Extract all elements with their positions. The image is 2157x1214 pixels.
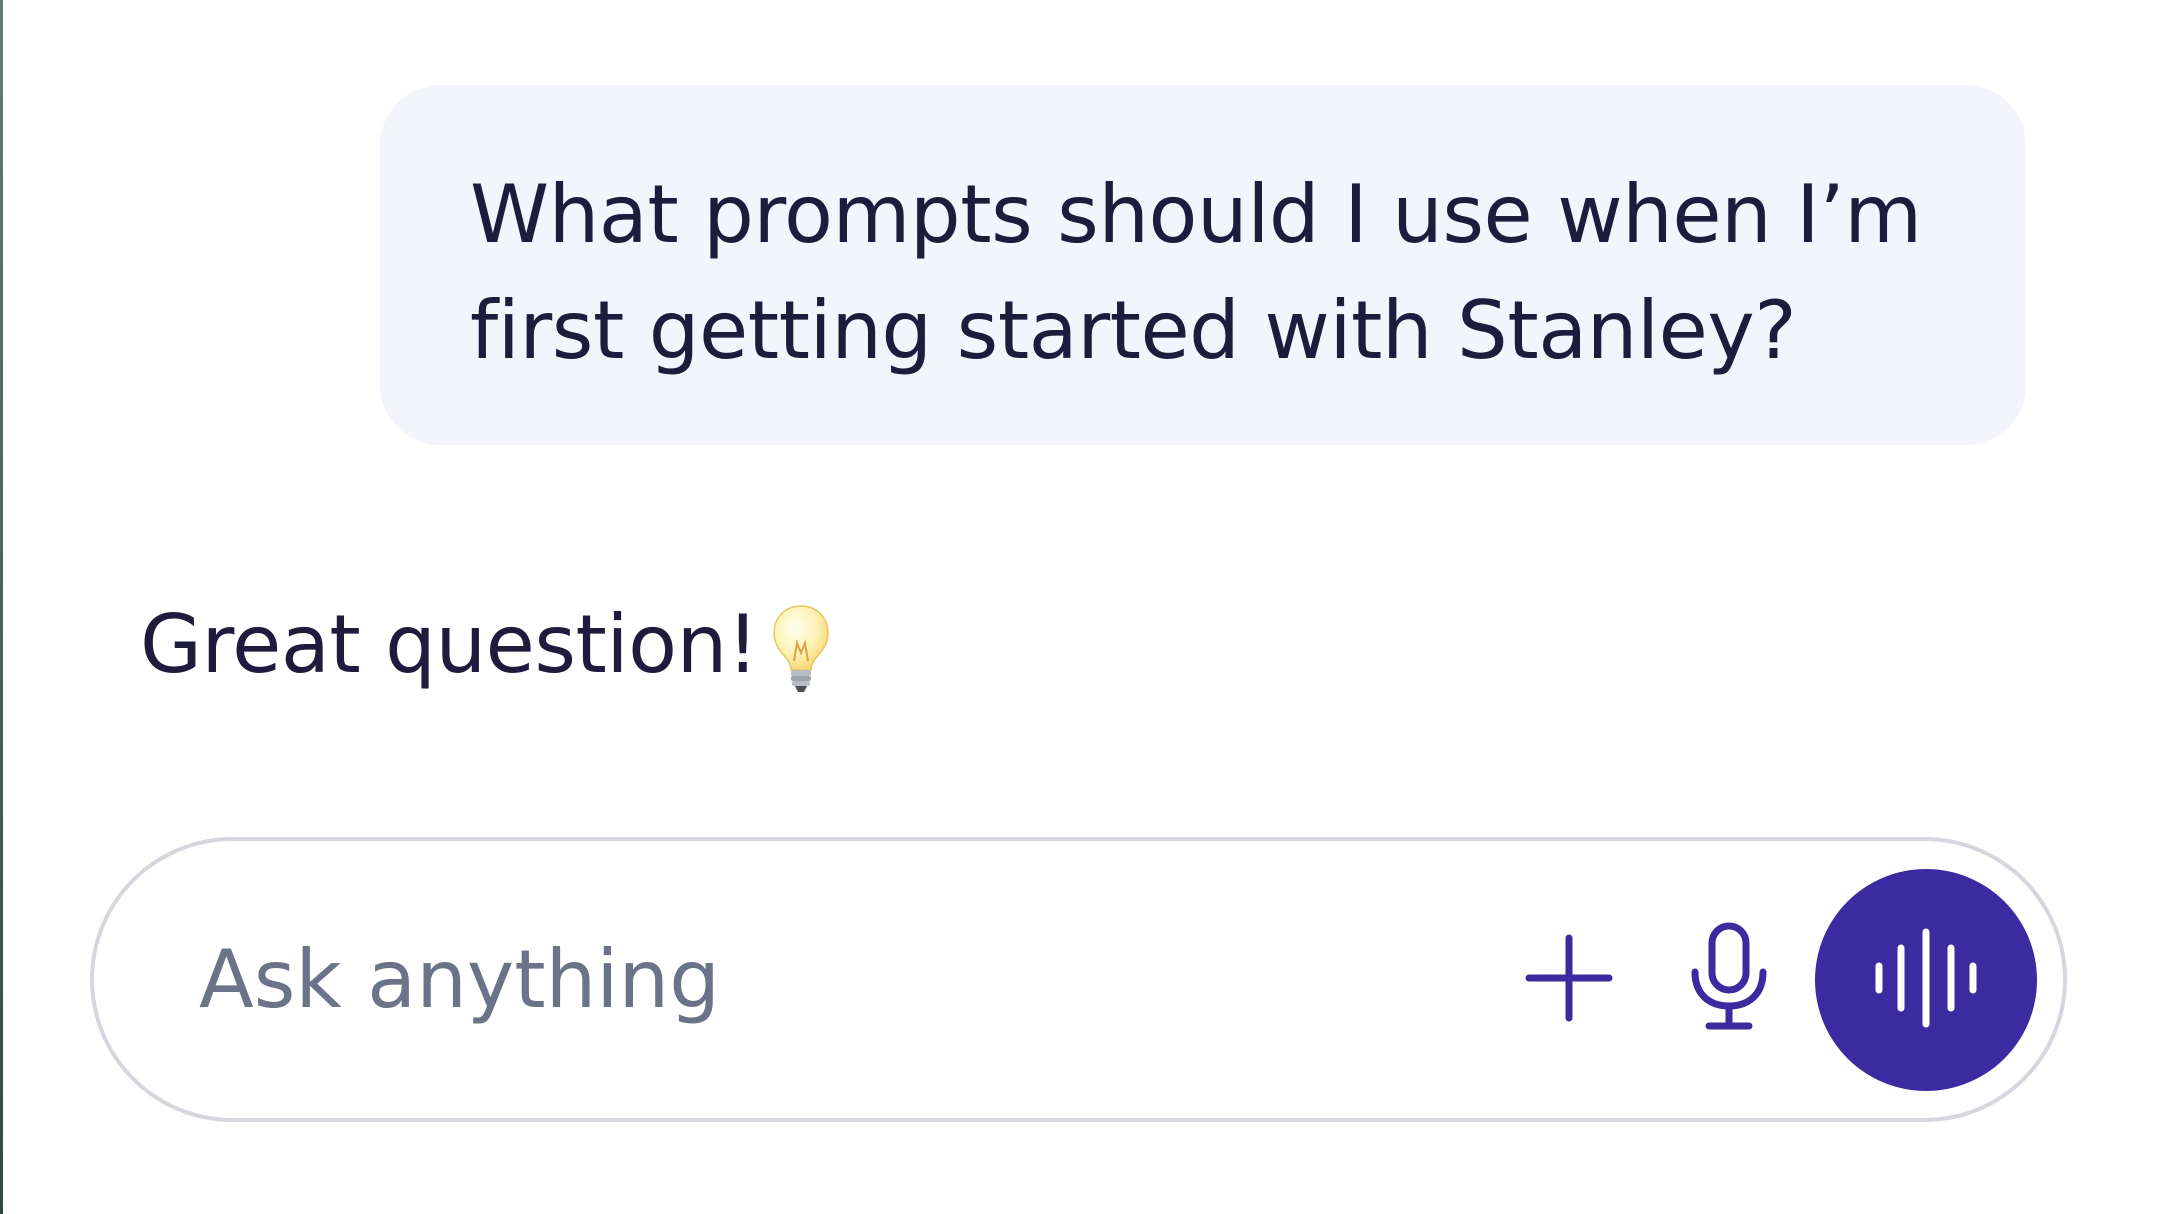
ask-input[interactable]: [199, 919, 1499, 1040]
add-attachment-button[interactable]: [1514, 925, 1624, 1035]
light-bulb-icon: [770, 603, 832, 695]
microphone-icon: [1687, 922, 1771, 1038]
assistant-message: Great question!: [140, 590, 832, 700]
plus-icon: [1521, 930, 1617, 1030]
assistant-message-text: Great question!: [140, 598, 759, 691]
message-composer: [90, 837, 2067, 1122]
voice-waveform-icon: [1871, 928, 1981, 1032]
user-message-text: What prompts should I use when I’m first…: [470, 168, 1922, 377]
chat-screen: What prompts should I use when I’m first…: [0, 0, 2157, 1214]
user-message-bubble: What prompts should I use when I’m first…: [380, 85, 2026, 445]
voice-mode-button[interactable]: [1815, 868, 2037, 1091]
window-edge: [0, 0, 3, 1214]
dictate-button[interactable]: [1674, 920, 1784, 1040]
